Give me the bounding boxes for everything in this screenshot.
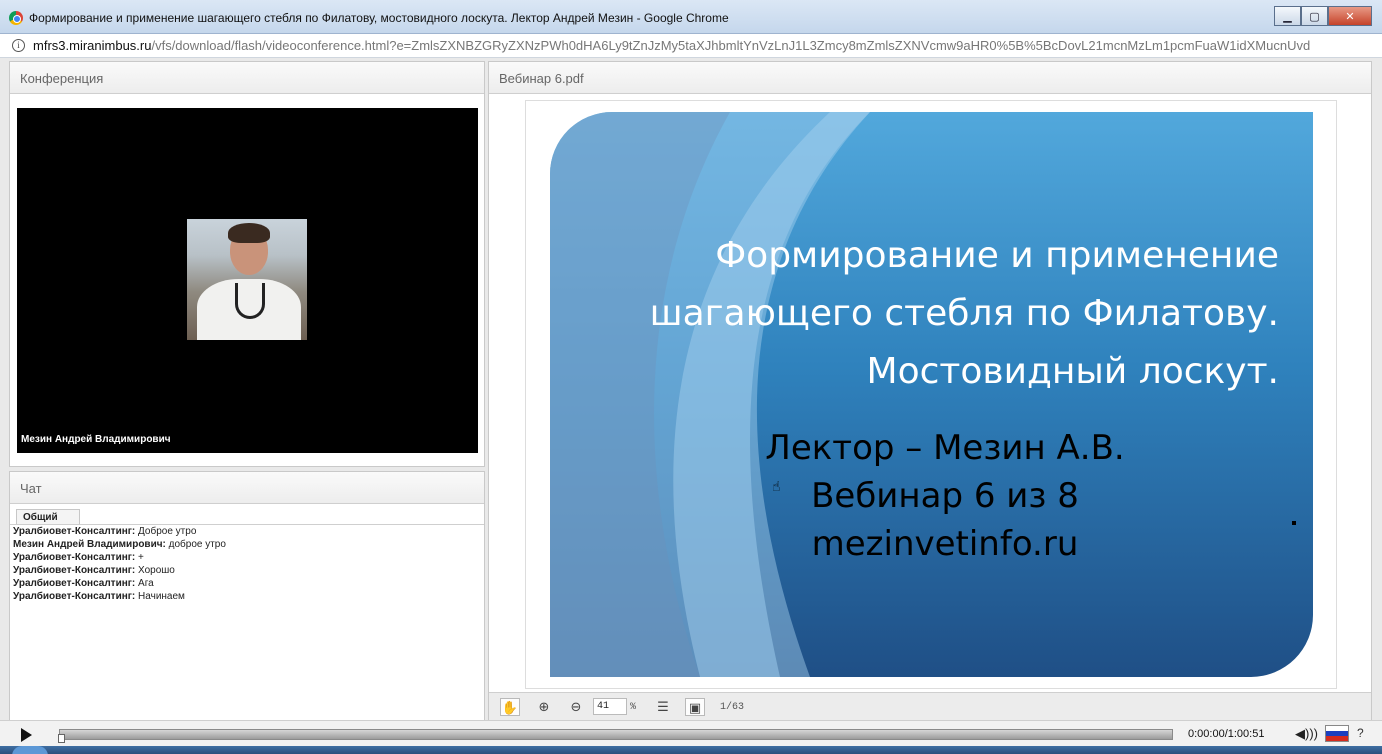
message-text: Хорошо (138, 565, 175, 576)
video-feed[interactable]: Мезин Андрей Владимирович (17, 108, 478, 453)
window-controls: ▁ ▢ ✕ (1274, 6, 1372, 26)
info-icon[interactable]: i (12, 39, 25, 52)
chat-message: Уралбиовет-Консалтинг: Хорошо (13, 564, 481, 577)
seek-bar[interactable] (59, 729, 1173, 740)
document-title: Вебинар 6.pdf (489, 62, 1371, 94)
message-author: Уралбиовет-Консалтинг: (13, 591, 136, 602)
page-indicator: 1/63 (720, 702, 745, 713)
message-text: Ага (138, 578, 154, 589)
chrome-icon (9, 11, 23, 25)
chat-panel: Чат Общий Уралбиовет-Консалтинг: Доброе … (9, 471, 485, 722)
chat-message: Уралбиовет-Консалтинг: Начинаем (13, 590, 481, 603)
conference-panel: Конференция Мезин Андрей Владимирович (9, 61, 485, 467)
chat-header: Чат (10, 472, 484, 504)
zoom-out-icon[interactable]: ⊖ (566, 698, 586, 716)
document-viewer-panel: Вебинар 6.pdf Формирование и применение … (488, 61, 1372, 722)
zoom-in-icon[interactable]: ⊕ (534, 698, 554, 716)
url-path: /vfs/download/flash/videoconference.html… (151, 38, 1311, 53)
media-player-bar: 0:00:00/1:00:51 ◀))) ? (0, 720, 1382, 746)
viewer-toolbar: ✋ ⊕ ⊖ 41 % ☰ ▣ 1/63 (489, 692, 1371, 721)
slide-title: Формирование и применение шагающего стеб… (579, 227, 1279, 401)
hand-icon[interactable]: ✋ (500, 698, 520, 716)
slide-info-line: mezinvetinfo.ru (811, 524, 1079, 564)
maximize-button[interactable]: ▢ (1301, 6, 1328, 26)
russian-flag-icon[interactable] (1325, 725, 1349, 742)
message-author: Уралбиовет-Консалтинг: (13, 565, 136, 576)
stethoscope-icon (235, 283, 265, 319)
slide-dot (1292, 521, 1296, 525)
start-icon[interactable] (12, 746, 48, 754)
message-text: доброе утро (168, 539, 226, 550)
slide-title-line: Мостовидный лоскут. (866, 351, 1279, 392)
chat-message: Уралбиовет-Консалтинг: Доброе утро (13, 525, 481, 538)
help-button[interactable]: ? (1357, 726, 1364, 740)
fit-width-icon[interactable]: ☰ (653, 698, 673, 716)
slide-title-line: Формирование и применение (715, 235, 1279, 276)
participant-avatar (187, 219, 307, 340)
close-button[interactable]: ✕ (1328, 6, 1372, 26)
chat-message: Уралбиовет-Консалтинг: Ага (13, 577, 481, 590)
participant-name: Мезин Андрей Владимирович (21, 434, 171, 445)
address-bar[interactable]: i mfrs3.miranimbus.ru/vfs/download/flash… (0, 34, 1382, 58)
message-author: Мезин Андрей Владимирович: (13, 539, 166, 550)
conference-header: Конференция (10, 62, 484, 94)
chat-message: Уралбиовет-Консалтинг: + (13, 551, 481, 564)
document-page[interactable]: Формирование и применение шагающего стеб… (525, 100, 1337, 689)
os-taskbar (0, 746, 1382, 754)
playback-time: 0:00:00/1:00:51 (1188, 728, 1265, 740)
chat-tab-general[interactable]: Общий (16, 509, 80, 525)
avatar-hair (228, 223, 270, 243)
url-host: mfrs3.miranimbus.ru (33, 38, 152, 53)
volume-icon[interactable]: ◀))) (1295, 726, 1318, 742)
slide-title-line: шагающего стебля по Филатову. (649, 293, 1279, 334)
message-author: Уралбиовет-Консалтинг: (13, 552, 136, 563)
url-text[interactable]: mfrs3.miranimbus.ru/vfs/download/flash/v… (33, 38, 1310, 53)
play-icon[interactable] (21, 728, 32, 742)
message-text: + (138, 552, 144, 563)
fit-page-icon[interactable]: ▣ (685, 698, 705, 716)
hand-cursor-icon: ☝ (772, 478, 781, 494)
message-author: Уралбиовет-Консалтинг: (13, 578, 136, 589)
slide-info-line: Вебинар 6 из 8 (811, 476, 1079, 516)
seek-knob[interactable] (58, 734, 65, 743)
slide-info-line: Лектор – Мезин А.В. (765, 428, 1125, 468)
app-area: Конференция Мезин Андрей Владимирович Ча… (0, 58, 1382, 754)
slide: Формирование и применение шагающего стеб… (550, 112, 1313, 677)
window-title-bar: Формирование и применение шагающего стеб… (0, 0, 1382, 34)
zoom-input[interactable]: 41 (593, 698, 627, 715)
slide-info: Лектор – Мезин А.В. Вебинар 6 из 8 mezin… (650, 424, 1240, 568)
window-title: Формирование и применение шагающего стеб… (29, 11, 729, 25)
chat-message: Мезин Андрей Владимирович: доброе утро (13, 538, 481, 551)
chat-messages[interactable]: Уралбиовет-Консалтинг: Доброе утро Мезин… (10, 524, 484, 721)
message-text: Начинаем (138, 591, 185, 602)
minimize-button[interactable]: ▁ (1274, 6, 1301, 26)
message-author: Уралбиовет-Консалтинг: (13, 526, 136, 537)
zoom-unit: % (630, 702, 637, 713)
message-text: Доброе утро (138, 526, 197, 537)
